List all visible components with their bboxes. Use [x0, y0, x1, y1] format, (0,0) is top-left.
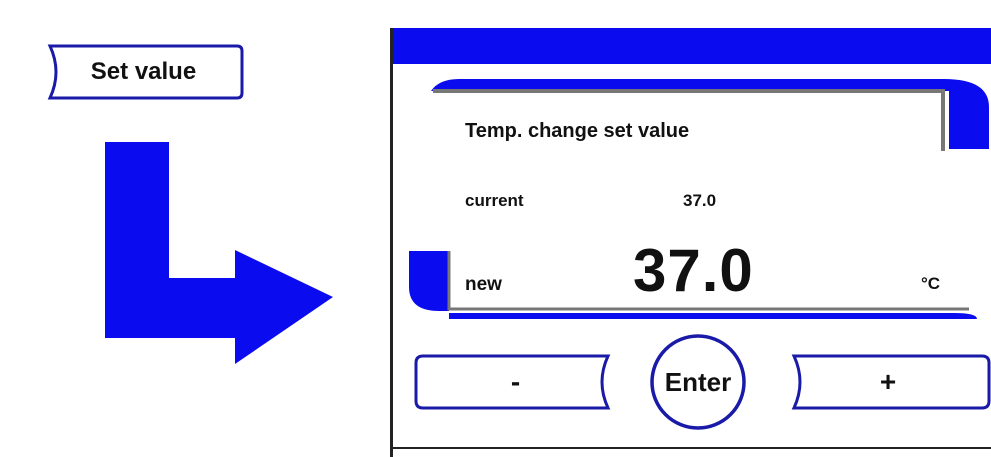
flow-arrow-icon	[105, 142, 333, 364]
increase-button-label: +	[879, 366, 897, 397]
screen-bottom-divider	[393, 447, 991, 457]
device-screen: Temp. change set value current 37.0 new …	[390, 28, 991, 457]
current-label: current	[465, 191, 524, 210]
dialog-title: Temp. change set value	[465, 120, 690, 142]
new-label: new	[465, 274, 502, 295]
new-value-display: 37.0	[633, 237, 754, 304]
increase-button[interactable]: +	[784, 353, 991, 411]
enter-button[interactable]: Enter	[649, 333, 747, 431]
set-value-button-label: Set value	[90, 58, 197, 85]
screen-header-bar	[393, 28, 991, 64]
enter-button-label: Enter	[664, 366, 732, 397]
decrease-button[interactable]: -	[413, 353, 618, 411]
set-value-button[interactable]: Set value	[42, 43, 245, 101]
title-panel-frame	[431, 79, 989, 151]
current-value: 37.0	[683, 191, 717, 210]
decrease-button-label: -	[510, 366, 521, 397]
unit-label: °C	[921, 274, 941, 293]
